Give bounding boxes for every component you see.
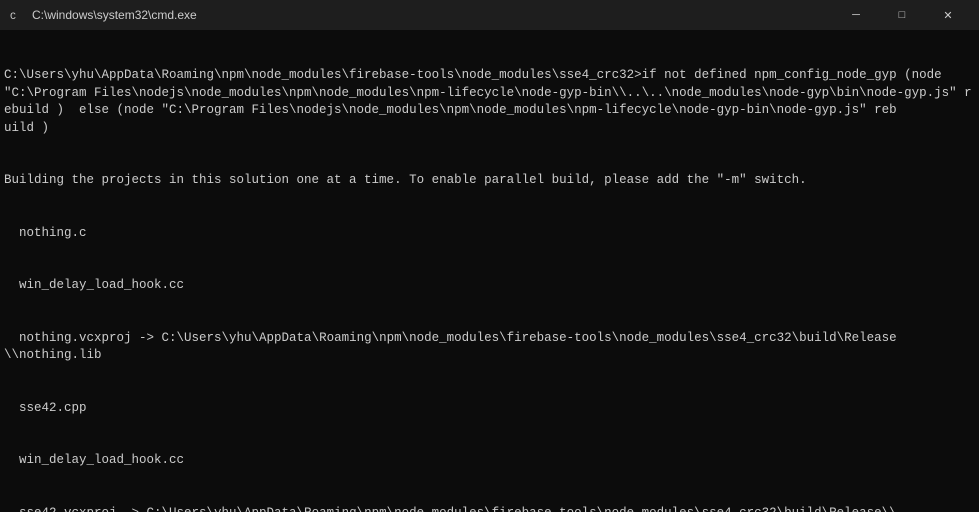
line-6: sse42.cpp <box>4 400 975 418</box>
line-2: Building the projects in this solution o… <box>4 172 975 190</box>
maximize-button[interactable]: □ <box>879 0 925 30</box>
terminal-window: C C:\windows\system32\cmd.exe ─ □ ✕ C:\U… <box>0 0 979 512</box>
window-title: C:\windows\system32\cmd.exe <box>32 8 833 22</box>
window-controls: ─ □ ✕ <box>833 0 971 30</box>
line-5: nothing.vcxproj -> C:\Users\yhu\AppData\… <box>4 330 975 365</box>
titlebar: C C:\windows\system32\cmd.exe ─ □ ✕ <box>0 0 979 30</box>
cmd-icon: C <box>8 7 24 23</box>
line-3: nothing.c <box>4 225 975 243</box>
minimize-button[interactable]: ─ <box>833 0 879 30</box>
line-4: win_delay_load_hook.cc <box>4 277 975 295</box>
line-1: C:\Users\yhu\AppData\Roaming\npm\node_mo… <box>4 67 975 137</box>
svg-text:C: C <box>10 12 16 22</box>
line-8: sse42.vcxproj -> C:\Users\yhu\AppData\Ro… <box>4 505 975 512</box>
line-7: win_delay_load_hook.cc <box>4 452 975 470</box>
close-button[interactable]: ✕ <box>925 0 971 30</box>
terminal-output[interactable]: C:\Users\yhu\AppData\Roaming\npm\node_mo… <box>0 30 979 512</box>
